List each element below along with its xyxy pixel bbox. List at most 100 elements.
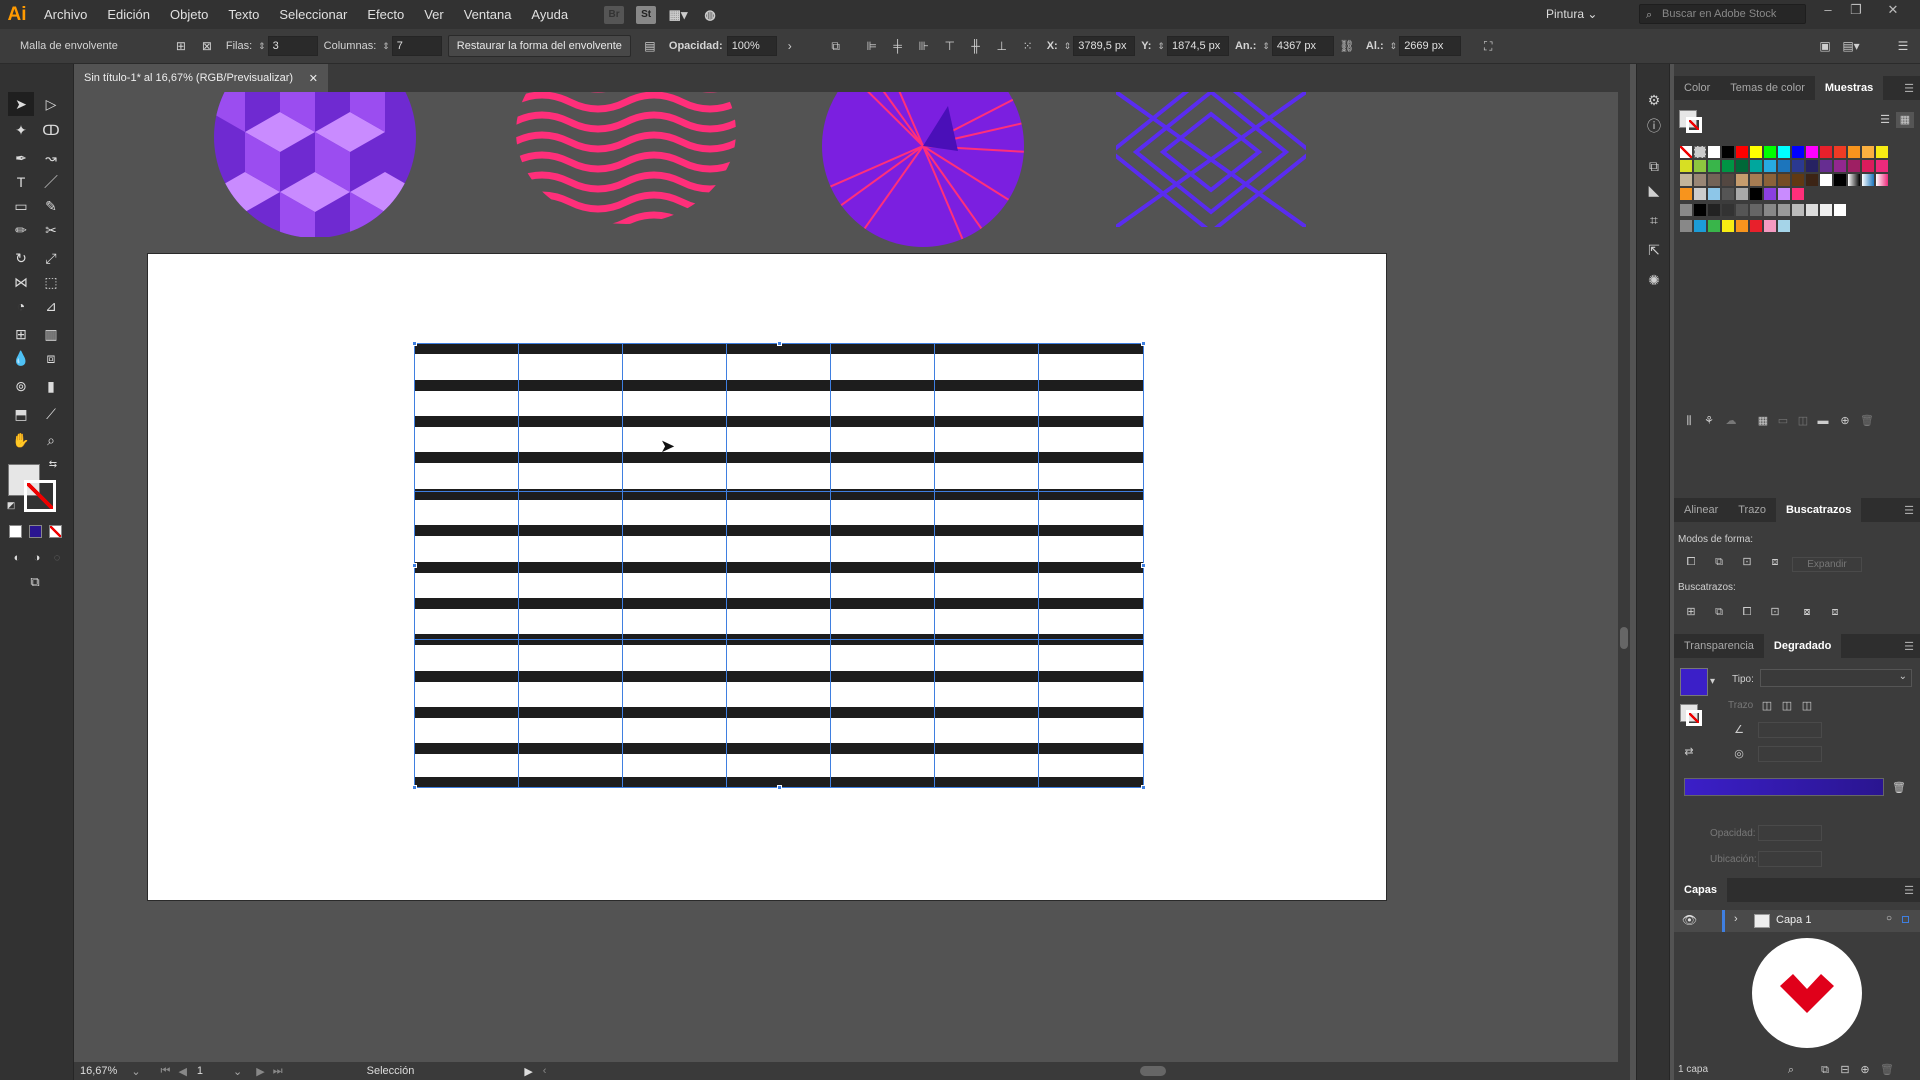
reference-point-icon[interactable]: ⁙ [1019, 37, 1037, 55]
minimize-button[interactable]: – [1815, 0, 1841, 20]
new-layer-icon[interactable]: ⊕ [1856, 1062, 1874, 1078]
width-stepper-icon[interactable]: ⇕ [1262, 41, 1270, 52]
mesh-point[interactable] [1141, 341, 1146, 346]
search-stock-input[interactable]: ⌕ Buscar en Adobe Stock [1639, 4, 1806, 24]
stroke-gradient-along-icon[interactable]: ◫ [1778, 698, 1796, 714]
artboards-panel-icon[interactable]: ⧉ [1644, 156, 1664, 176]
color-mode-icon[interactable] [9, 525, 22, 538]
opacity-panel-icon[interactable]: ▤ [641, 37, 659, 55]
menu-ayuda[interactable]: Ayuda [521, 0, 578, 29]
line-tool-icon[interactable]: ／ [38, 170, 64, 194]
last-artboard-icon[interactable]: ⏭ [273, 1065, 283, 1078]
stop-location-input[interactable] [1758, 851, 1822, 867]
trim-icon[interactable]: ⧉ [1710, 604, 1728, 620]
menu-objeto[interactable]: Objeto [160, 0, 218, 29]
close-window-button[interactable]: ✕ [1880, 0, 1906, 20]
swatch-grid[interactable] [1680, 146, 1896, 296]
properties-icon[interactable]: ⚙ [1644, 90, 1664, 110]
swatch-options-icon[interactable]: ▭ [1774, 413, 1792, 429]
make-clipping-mask-icon[interactable]: ⧉ [1816, 1062, 1834, 1078]
control-menu-icon[interactable]: ▤▾ [1842, 37, 1860, 55]
layer-row[interactable]: 👁 › Capa 1 ○ [1674, 910, 1920, 932]
restore-envelope-button[interactable]: Restaurar la forma del envolvente [447, 35, 631, 57]
scale-tool-icon[interactable]: ⤢ [38, 246, 64, 270]
artboard-tool-icon[interactable]: ⬒ [8, 402, 34, 426]
new-folder-icon[interactable]: ▬ [1814, 413, 1832, 429]
gpu-performance-icon[interactable]: ◍ [700, 6, 720, 24]
tab-transparency[interactable]: Transparencia [1674, 634, 1764, 658]
tab-layers[interactable]: Capas [1674, 878, 1728, 902]
next-artboard-icon[interactable]: ▶ [256, 1065, 264, 1078]
scroll-left-icon[interactable]: ‹ [543, 1065, 547, 1077]
y-stepper-icon[interactable]: ⇕ [1157, 41, 1165, 52]
zoom-tool-icon[interactable]: ⌕ [38, 428, 64, 452]
selection-tool-icon[interactable]: ➤ [8, 92, 34, 116]
paintbrush-tool-icon[interactable]: ✎ [38, 194, 64, 218]
scroll-thumb[interactable] [1620, 627, 1628, 649]
stroke-gradient-across-icon[interactable]: ◫ [1798, 698, 1816, 714]
mesh-point[interactable] [1141, 785, 1146, 790]
align-middle-icon[interactable]: ╫ [967, 37, 985, 55]
rectangle-tool-icon[interactable]: ▭ [8, 194, 34, 218]
lasso-tool-icon[interactable]: ↀ [38, 118, 64, 142]
mesh-tool-icon[interactable]: ⊞ [8, 322, 34, 346]
intersect-icon[interactable]: ⊡ [1738, 554, 1756, 570]
menu-ver[interactable]: Ver [414, 0, 454, 29]
transform-panel-icon[interactable]: ⌗ [1644, 210, 1664, 230]
minus-front-icon[interactable]: ⧉ [1710, 554, 1728, 570]
envelope-mesh[interactable] [414, 343, 1144, 788]
vertical-scrollbar[interactable] [1618, 92, 1630, 1062]
info-icon[interactable]: ⓘ [1644, 116, 1664, 136]
stroke-gradient-within-icon[interactable]: ◫ [1758, 698, 1776, 714]
stroke-swatch[interactable] [24, 480, 56, 512]
menu-ventana[interactable]: Ventana [454, 0, 522, 29]
edit-envelope-icon[interactable]: ⊞ [172, 37, 190, 55]
menu-seleccionar[interactable]: Seleccionar [269, 0, 357, 29]
document-tab[interactable]: Sin título-1* al 16,67% (RGB/Previsualiz… [74, 64, 328, 92]
blend-tool-icon[interactable]: ⧈ [38, 346, 64, 370]
shape-builder-tool-icon[interactable]: ◔ [8, 294, 34, 318]
transform-icon[interactable]: ⛶ [1479, 37, 1497, 55]
screen-mode-icon[interactable]: ⧉ [22, 570, 48, 594]
crop-icon[interactable]: ⊡ [1766, 604, 1784, 620]
chevron-right-icon[interactable]: › [781, 37, 799, 55]
rows-input[interactable]: 3 [267, 36, 318, 56]
symbol-sprayer-tool-icon[interactable]: ⊚ [8, 374, 34, 398]
tab-color-themes[interactable]: Temas de color [1720, 76, 1815, 100]
reverse-gradient-icon[interactable]: ⇄ [1680, 744, 1698, 760]
mesh-point[interactable] [412, 563, 417, 568]
horizontal-scroll-thumb[interactable] [1140, 1066, 1167, 1076]
rotate-tool-icon[interactable]: ↻ [8, 246, 34, 270]
menu-texto[interactable]: Texto [218, 0, 269, 29]
exclude-icon[interactable]: ⧈ [1766, 554, 1784, 570]
mesh-point[interactable] [412, 341, 417, 346]
x-stepper-icon[interactable]: ⇕ [1064, 41, 1072, 52]
magic-wand-tool-icon[interactable]: ✦ [8, 118, 34, 142]
list-view-icon[interactable]: ☰ [1876, 112, 1894, 128]
close-tab-icon[interactable]: ✕ [309, 72, 318, 85]
gradient-preview-dropdown-icon[interactable]: ▾ [1710, 676, 1715, 687]
align-left-icon[interactable]: ⊫ [863, 37, 881, 55]
expand-button[interactable]: Expandir [1792, 557, 1862, 572]
workspace-switcher[interactable]: Pintura ⌄ [1546, 0, 1597, 29]
layers-menu-icon[interactable]: ☰ [1904, 884, 1914, 897]
gradient-preview-swatch[interactable] [1680, 668, 1708, 696]
align-bottom-icon[interactable]: ⊥ [993, 37, 1011, 55]
aspect-ratio-input[interactable] [1758, 746, 1822, 762]
swatches-menu-icon[interactable]: ☰ [1904, 82, 1914, 95]
direct-selection-tool-icon[interactable]: ▷ [38, 92, 64, 116]
menu-efecto[interactable]: Efecto [357, 0, 414, 29]
columns-input[interactable]: 7 [391, 36, 442, 56]
edit-contents-icon[interactable]: ⊠ [198, 37, 216, 55]
show-kinds-icon[interactable]: ▦ [1754, 413, 1772, 429]
tab-stroke[interactable]: Trazo [1728, 498, 1776, 522]
eyedropper-tool-icon[interactable]: 💧 [8, 346, 34, 370]
tab-gradient[interactable]: Degradado [1763, 634, 1842, 658]
zoom-level[interactable]: 16,67% [80, 1065, 117, 1077]
zoom-dropdown-icon[interactable]: ⌄ [131, 1065, 140, 1078]
gradient-menu-icon[interactable]: ☰ [1904, 640, 1914, 653]
default-colors-icon[interactable]: ◩ [4, 498, 18, 512]
swap-fill-stroke-icon[interactable]: ⇆ [46, 458, 60, 472]
x-input[interactable]: 3789,5 px [1073, 36, 1136, 56]
column-graph-tool-icon[interactable]: ▮ [38, 374, 64, 398]
